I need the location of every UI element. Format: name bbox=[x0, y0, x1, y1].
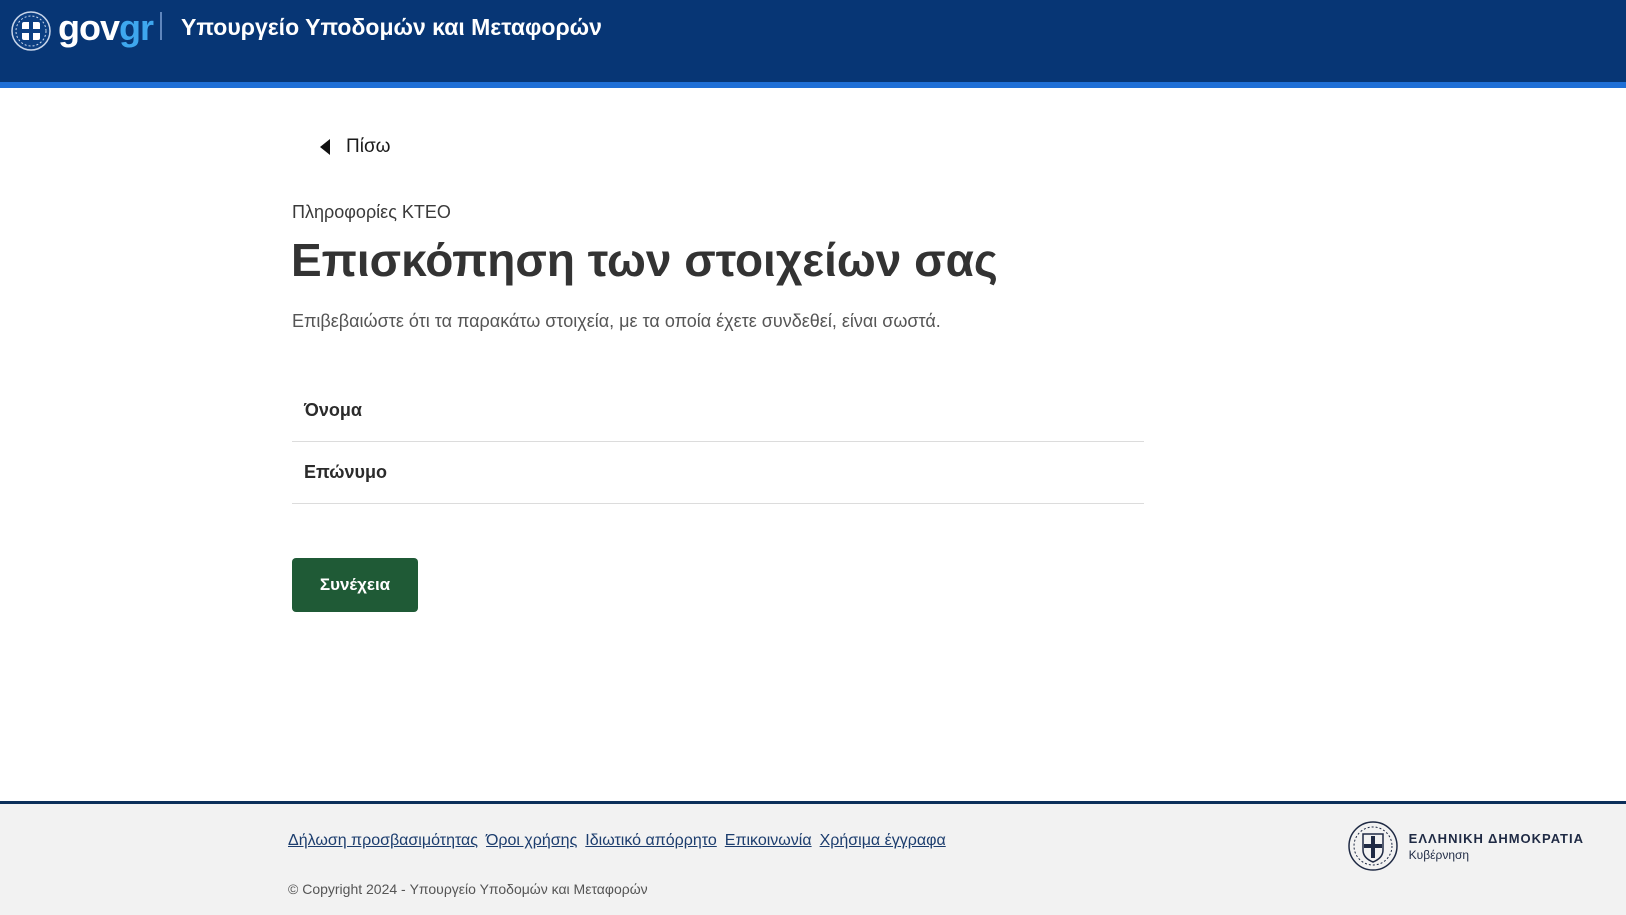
summary-row-last-name: Επώνυμο bbox=[292, 442, 1144, 504]
summary-key: Επώνυμο bbox=[304, 462, 387, 482]
republic-text: ΕΛΛΗΝΙΚΗ ΔΗΜΟΚΡΑΤΙΑ Κυβέρνηση bbox=[1409, 831, 1584, 862]
copyright-text: © Copyright 2024 - Υπουργείο Υποδομών κα… bbox=[288, 881, 648, 897]
footer-link-documents[interactable]: Χρήσιμα έγγραφα bbox=[820, 832, 946, 850]
footer-links: Δήλωση προσβασιμότητας Όροι χρήσης Ιδιωτ… bbox=[288, 832, 946, 850]
summary-row-first-name: Όνομα bbox=[292, 380, 1144, 442]
back-link[interactable]: Πίσω bbox=[320, 136, 391, 158]
site-header: govgr Υπουργείο Υποδομών και Μεταφορών bbox=[0, 0, 1626, 88]
hellenic-republic-logo[interactable]: ΕΛΛΗΝΙΚΗ ΔΗΜΟΚΡΑΤΙΑ Κυβέρνηση bbox=[1347, 820, 1584, 872]
republic-sub: Κυβέρνηση bbox=[1408, 847, 1470, 862]
footer-link-accessibility[interactable]: Δήλωση προσβασιμότητας bbox=[288, 832, 478, 850]
page-title: Επισκόπηση των στοιχείων σας bbox=[291, 234, 998, 286]
summary-list: Όνομα Επώνυμο bbox=[292, 380, 1144, 504]
republic-name: ΕΛΛΗΝΙΚΗ ΔΗΜΟΚΡΑΤΙΑ bbox=[1408, 830, 1584, 846]
page-lead: Επιβεβαιώστε ότι τα παρακάτω στοιχεία, μ… bbox=[292, 311, 941, 331]
header-divider bbox=[160, 12, 162, 40]
site-footer: Δήλωση προσβασιμότητας Όροι χρήσης Ιδιωτ… bbox=[0, 801, 1626, 915]
greek-seal-icon bbox=[1347, 821, 1398, 871]
continue-button[interactable]: Συνέχεια bbox=[292, 558, 418, 612]
caret-left-icon bbox=[320, 139, 330, 155]
summary-key: Όνομα bbox=[304, 400, 362, 420]
greek-emblem-icon[interactable] bbox=[11, 11, 51, 51]
footer-link-terms[interactable]: Όροι χρήσης bbox=[486, 832, 577, 850]
footer-link-contact[interactable]: Επικοινωνία bbox=[725, 832, 812, 850]
ministry-name: Υπουργείο Υποδομών και Μεταφορών bbox=[181, 14, 602, 40]
govgr-logo[interactable]: govgr bbox=[58, 6, 154, 50]
back-label: Πίσω bbox=[346, 136, 391, 157]
footer-link-privacy[interactable]: Ιδιωτικό απόρρητο bbox=[585, 832, 716, 850]
page-caption: Πληροφορίες ΚΤΕΟ bbox=[292, 202, 451, 222]
